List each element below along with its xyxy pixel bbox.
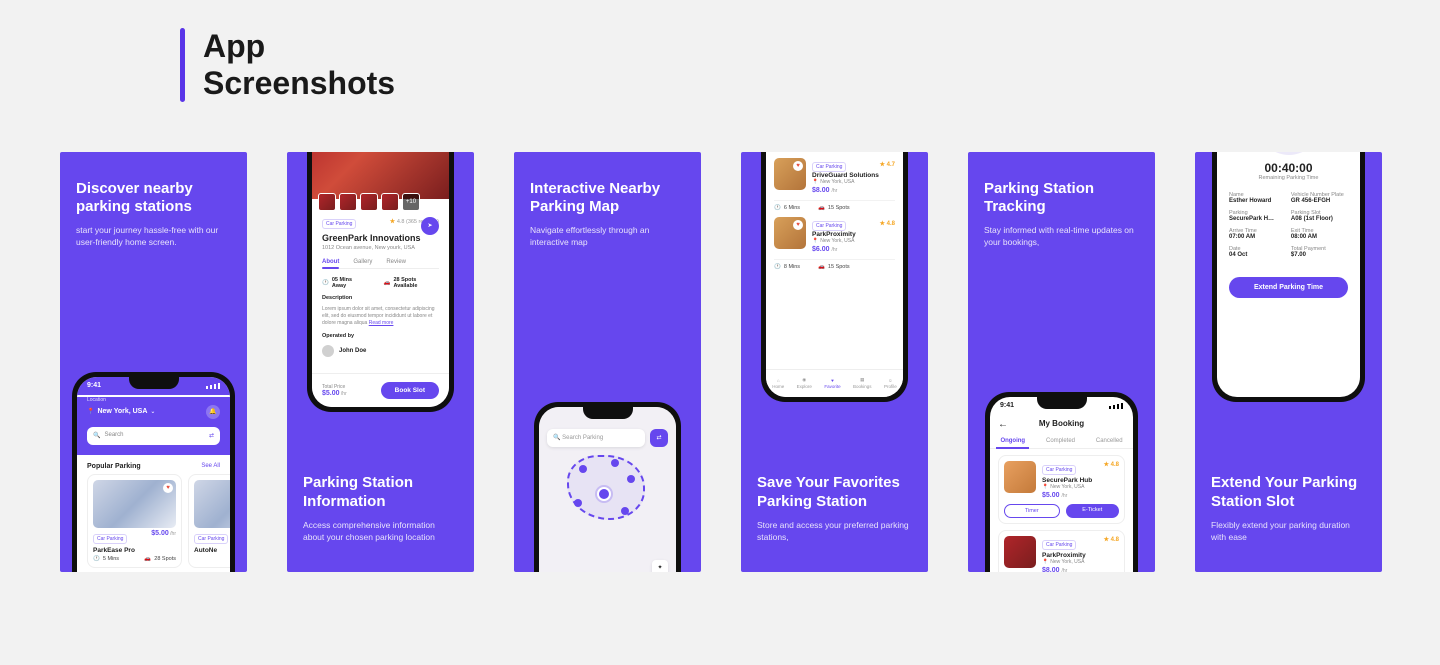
nav-bookings[interactable]: ▦Bookings [853, 377, 872, 389]
heart-icon[interactable]: ♥ [163, 483, 173, 493]
phone-mockup: 9:41 Location 📍 New York, USA ⌄ 🔔 [72, 372, 235, 572]
search-placeholder: Search [104, 432, 123, 439]
bell-icon[interactable]: 🔔 [206, 405, 220, 419]
tab-review[interactable]: Review [386, 259, 406, 265]
tab-ongoing[interactable]: Ongoing [1000, 438, 1025, 444]
panel-favorites: ♥ Car Parking★ 4.8 SecurePark Hub 📍New Y… [741, 152, 928, 572]
booking-card[interactable]: Car Parking★ 4.8 ParkProximity 📍New York… [998, 530, 1125, 572]
panel-detail: +10 Car Parking ★ 4.8 (365 reviews) Gree… [287, 152, 474, 572]
panel-title: Discover nearby parking stations [76, 180, 231, 218]
panel-booking: Parking Station Tracking Stay informed w… [968, 152, 1155, 572]
panel-subtitle: Store and access your preferred parking … [757, 520, 912, 544]
heart-icon[interactable]: ♥ [793, 161, 803, 171]
favorite-card[interactable]: ♥ Car Parking★ 4.8 ParkProximity 📍New Yo… [774, 211, 895, 260]
search-input[interactable]: 🔍 Search Parking [547, 429, 645, 447]
timer-value: 00:40:00 [1217, 161, 1360, 175]
nav-explore[interactable]: ◉Explore [797, 377, 812, 389]
panel-title: Interactive Nearby Parking Map [530, 180, 685, 218]
map-pin-icon[interactable] [621, 507, 629, 515]
status-time: 9:41 [87, 382, 101, 389]
panel-subtitle: Access comprehensive information about y… [303, 520, 458, 544]
search-icon: 🔍 [553, 434, 560, 441]
current-location-icon[interactable] [595, 485, 613, 503]
station-address: 1012 Ocean avenue, New yourk, USA [322, 245, 439, 251]
heart-icon[interactable]: ♥ [793, 220, 803, 230]
panel-subtitle: Stay informed with real-time updates on … [984, 225, 1139, 249]
parking-card[interactable]: ♥ Car Parking$5.00 AutoNe [188, 474, 230, 568]
nav-home[interactable]: ⌂Home [772, 378, 784, 389]
nav-favorite[interactable]: ♥Favorite [824, 378, 840, 389]
book-slot-button[interactable]: Book Slot [381, 382, 439, 399]
tab-cancelled[interactable]: Cancelled [1096, 438, 1123, 444]
panel-map: Interactive Nearby Parking Map Navigate … [514, 152, 701, 572]
heading-accent-bar [180, 28, 185, 102]
heading-line2: Screenshots [203, 65, 395, 102]
map-pin-icon[interactable] [627, 475, 635, 483]
panel-title: Save Your Favorites Parking Station [757, 474, 912, 512]
screen-title: My Booking [1000, 419, 1123, 428]
map-pin-icon[interactable] [611, 459, 619, 467]
panel-title: Parking Station Information [303, 474, 458, 512]
cover-image: +10 [312, 152, 449, 199]
panel-subtitle: Navigate effortlessly through an interac… [530, 225, 685, 249]
user-icon: ☺ [888, 378, 893, 383]
extend-time-button[interactable]: Extend Parking Time [1229, 277, 1348, 298]
heart-icon: ♥ [831, 378, 834, 383]
status-time: 9:41 [1000, 402, 1014, 409]
compass-icon[interactable]: ✦ [652, 560, 668, 572]
nav-profile[interactable]: ☺Profile [884, 378, 897, 389]
pin-icon: 📍 [87, 408, 94, 415]
tab-about[interactable]: About [322, 259, 339, 265]
popular-title: Popular Parking [87, 463, 141, 470]
chevron-down-icon[interactable]: ⌄ [150, 408, 155, 415]
filter-button[interactable]: ⇄ [650, 429, 668, 447]
see-all-link[interactable]: See All [201, 463, 220, 470]
favorite-card[interactable]: ♥ Car Parking★ 4.7 DriveGuard Solutions … [774, 152, 895, 201]
read-more-link[interactable]: Read more [369, 320, 394, 326]
car-icon: 🚗 [384, 280, 391, 286]
more-photos[interactable]: +10 [402, 193, 420, 211]
station-name: GreenPark Innovations [322, 233, 439, 243]
panel-title: Extend Your Parking Station Slot [1211, 474, 1366, 512]
panel-extend: 00:40:00 Remaining Parking Time NameEsth… [1195, 152, 1382, 572]
navigate-icon[interactable]: ➤ [421, 217, 439, 235]
avatar [322, 345, 334, 357]
location-value[interactable]: New York, USA [97, 408, 147, 415]
home-icon: ⌂ [777, 378, 780, 383]
timer-gauge [1258, 152, 1320, 155]
section-heading: App Screenshots [180, 28, 1260, 102]
bottom-nav: ⌂Home ◉Explore ♥Favorite ▦Bookings ☺Prof… [766, 369, 903, 397]
tab-completed[interactable]: Completed [1046, 438, 1075, 444]
panel-subtitle: start your journey hassle-free with our … [76, 225, 231, 249]
back-button[interactable]: ← [998, 419, 1008, 430]
map-pin-icon[interactable] [579, 465, 587, 473]
explore-icon: ◉ [802, 377, 806, 383]
panel-home: Discover nearby parking stations start y… [60, 152, 247, 572]
parking-card[interactable]: ♥ Car Parking$5.00 /hr ParkEase Pro 🕐5 M… [87, 474, 182, 568]
booking-action-button[interactable]: Timer [1004, 504, 1060, 518]
map-pin-icon[interactable] [574, 499, 582, 507]
booking-card[interactable]: Car Parking★ 4.8 SecurePark Hub 📍New Yor… [998, 455, 1125, 524]
search-input[interactable]: 🔍 Search ⇄ [87, 427, 220, 445]
clock-icon: 🕐 [322, 280, 329, 286]
panel-subtitle: Flexibly extend your parking duration wi… [1211, 520, 1366, 544]
calendar-icon: ▦ [860, 377, 864, 383]
eticket-button[interactable]: E-Ticket [1066, 504, 1120, 518]
filter-icon[interactable]: ⇄ [209, 432, 214, 439]
location-label: Location [87, 397, 220, 403]
panel-title: Parking Station Tracking [984, 180, 1139, 218]
search-icon: 🔍 [93, 432, 100, 439]
heading-line1: App [203, 28, 395, 65]
tab-gallery[interactable]: Gallery [353, 259, 372, 265]
